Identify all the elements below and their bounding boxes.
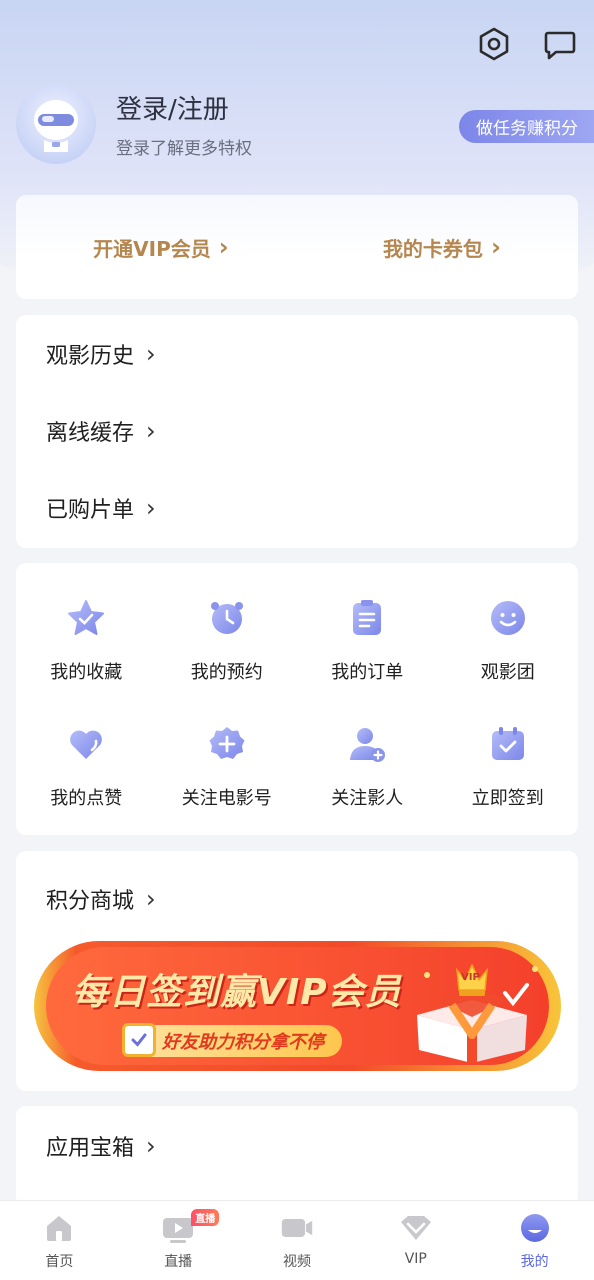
calendar-check-icon [486, 722, 530, 766]
grid-item-label: 我的点赞 [50, 788, 123, 809]
tab-label: 我的 [520, 1254, 549, 1270]
grid-item-label: 我的收藏 [50, 662, 123, 683]
grid-item-check-in[interactable]: 立即签到 [438, 709, 579, 830]
chevron-right-icon: › [146, 1132, 156, 1160]
grid-item-label: 观影团 [480, 662, 535, 683]
tab-label: 视频 [282, 1254, 311, 1270]
avatar[interactable] [16, 84, 96, 164]
live-tv-icon [161, 1211, 195, 1245]
coupon-wallet-label: 我的卡券包 [382, 236, 483, 261]
chevron-right-icon: › [218, 233, 229, 261]
coupon-wallet-link[interactable]: 我的卡券包 › [383, 233, 501, 262]
points-mall-label: 积分商城 [46, 889, 135, 914]
open-vip-link[interactable]: 开通VIP会员 › [93, 233, 228, 262]
bottom-tab-bar: 首页 直播 直播 视频 VIP 我的 [0, 1200, 594, 1280]
tab-video[interactable]: 视频 [238, 1201, 357, 1280]
grid-item-label: 立即签到 [471, 788, 544, 809]
chevron-right-icon: › [146, 416, 156, 445]
checkbox-icon [122, 1023, 156, 1057]
vip-diamond-icon [399, 1211, 433, 1245]
chevron-right-icon: › [490, 233, 501, 261]
main-list-card: 观影历史 › 离线缓存 › 已购片单 › [16, 315, 578, 548]
home-icon [42, 1211, 76, 1245]
grid-item-label: 我的预约 [190, 662, 263, 683]
app-toolbox-card: 应用宝箱 › [16, 1106, 578, 1206]
grid-item-label: 我的订单 [331, 662, 404, 683]
list-item-purchased[interactable]: 已购片单 › [46, 469, 548, 546]
grid-item-reservations[interactable]: 我的预约 [157, 583, 298, 704]
grid-item-favorites[interactable]: 我的收藏 [16, 583, 157, 704]
gift-box-icon: VIP [397, 955, 547, 1065]
banner-vip-badge: VIP [461, 972, 480, 983]
heart-icon [64, 722, 108, 766]
tab-label: VIP [404, 1251, 427, 1267]
features-grid: 我的收藏 我的预约 我的订单 观影团 我的点赞 关注电影号 关注影人 立即签到 [16, 563, 578, 835]
chevron-right-icon: › [146, 493, 156, 522]
clipboard-icon [345, 596, 389, 640]
tab-vip[interactable]: VIP [356, 1201, 475, 1280]
earn-points-button[interactable]: 做任务赚积分 [459, 110, 594, 143]
grid-item-orders[interactable]: 我的订单 [297, 583, 438, 704]
grid-item-follow-channel[interactable]: 关注电影号 [157, 709, 298, 830]
grid-item-label: 关注影人 [331, 788, 404, 809]
banner-subtitle: 好友助力积分拿不停 [126, 1025, 342, 1057]
settings-icon[interactable] [476, 26, 512, 62]
points-mall-card: 积分商城 › 每日签到赢VIP会员 好友助力积分拿不停 VIP [16, 851, 578, 1091]
list-item-label: 已购片单 [46, 497, 135, 523]
check-in-banner[interactable]: 每日签到赢VIP会员 好友助力积分拿不停 VIP [34, 941, 561, 1071]
grid-item-likes[interactable]: 我的点赞 [16, 709, 157, 830]
login-title[interactable]: 登录/注册 [116, 89, 252, 126]
tab-label: 直播 [164, 1254, 193, 1270]
add-person-icon [345, 722, 389, 766]
open-vip-label: 开通VIP会员 [93, 236, 211, 261]
profile-header[interactable]: 登录/注册 登录了解更多特权 [16, 84, 252, 164]
tab-live[interactable]: 直播 直播 [119, 1201, 238, 1280]
banner-title: 每日签到赢VIP会员 [72, 972, 402, 1013]
list-item-watch-history[interactable]: 观影历史 › [46, 315, 548, 392]
login-subtitle: 登录了解更多特权 [116, 139, 252, 159]
list-item-offline-cache[interactable]: 离线缓存 › [46, 392, 548, 469]
tab-home[interactable]: 首页 [0, 1201, 119, 1280]
list-item-label: 观影历史 [46, 343, 135, 369]
vip-card: 开通VIP会员 › 我的卡券包 › [16, 195, 578, 299]
video-camera-icon [280, 1211, 314, 1245]
list-item-label: 离线缓存 [46, 420, 135, 446]
alarm-clock-icon [205, 596, 249, 640]
app-toolbox-label: 应用宝箱 [46, 1136, 135, 1161]
chevron-right-icon: › [146, 885, 156, 913]
smiley-icon [486, 596, 530, 640]
tab-label: 首页 [45, 1254, 74, 1270]
live-badge: 直播 [191, 1209, 220, 1226]
profile-icon [518, 1211, 552, 1245]
app-toolbox-link[interactable]: 应用宝箱 › [16, 1106, 578, 1186]
star-icon [64, 596, 108, 640]
chevron-right-icon: › [146, 339, 156, 368]
tab-mine[interactable]: 我的 [475, 1201, 594, 1280]
message-icon[interactable] [542, 26, 578, 62]
points-mall-link[interactable]: 积分商城 › [16, 851, 578, 947]
grid-item-follow-people[interactable]: 关注影人 [297, 709, 438, 830]
grid-item-movie-group[interactable]: 观影团 [438, 583, 579, 704]
grid-item-label: 关注电影号 [181, 788, 272, 809]
add-badge-icon [205, 722, 249, 766]
top-icon-bar [476, 26, 578, 62]
